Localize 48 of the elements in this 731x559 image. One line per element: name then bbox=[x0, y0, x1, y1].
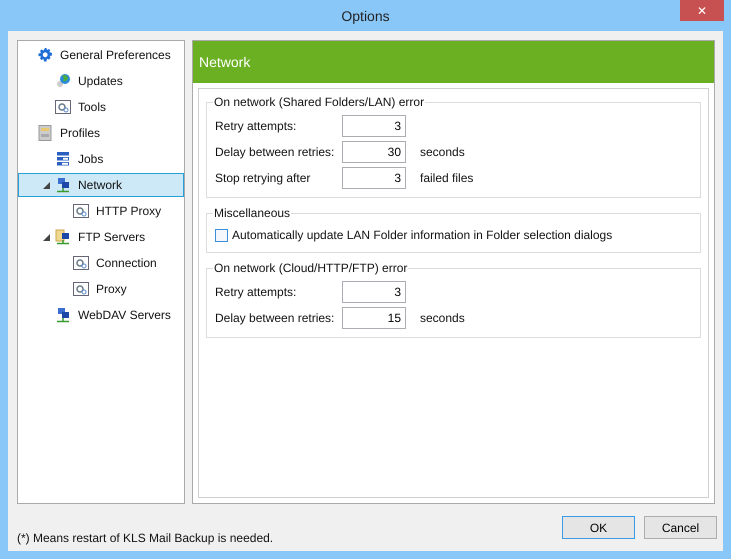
cancel-button[interactable]: Cancel bbox=[644, 516, 717, 539]
gear-icon bbox=[37, 47, 53, 63]
settings-page-icon bbox=[73, 281, 89, 297]
checkbox-label: Automatically update LAN Folder information in Folder selection dialogs bbox=[232, 228, 612, 242]
number-field[interactable]: 3 bbox=[342, 281, 406, 303]
list-icon bbox=[55, 151, 71, 167]
group-title: On network (Shared Folders/LAN) error bbox=[213, 95, 426, 109]
tree-item[interactable]: Tools bbox=[18, 95, 184, 119]
tree-item[interactable]: Updates bbox=[18, 69, 184, 93]
close-button[interactable]: ✕ bbox=[680, 0, 724, 21]
group-title: Miscellaneous bbox=[213, 206, 292, 220]
tree-item[interactable]: General Preferences bbox=[18, 43, 184, 67]
window-title: Options bbox=[341, 8, 390, 24]
unit-label: seconds bbox=[420, 145, 465, 159]
network-icon bbox=[55, 177, 71, 193]
expander-icon[interactable] bbox=[43, 234, 50, 240]
tree-item[interactable]: WebDAV Servers bbox=[18, 303, 184, 327]
panel-header: Network bbox=[193, 41, 714, 83]
tree-item[interactable]: FTP Servers bbox=[18, 225, 184, 249]
settings-page-icon bbox=[55, 99, 71, 115]
field-label: Stop retrying after bbox=[215, 171, 312, 185]
settings-page-icon bbox=[73, 203, 89, 219]
cabinet-icon bbox=[37, 125, 53, 141]
field-label: Delay between retries: bbox=[215, 145, 336, 159]
number-field[interactable]: 15 bbox=[342, 307, 406, 329]
expander-icon[interactable] bbox=[43, 182, 50, 188]
tree-item[interactable]: Jobs bbox=[18, 147, 184, 171]
network-icon bbox=[55, 307, 71, 323]
unit-label: failed files bbox=[420, 171, 474, 185]
tree-item[interactable]: Proxy bbox=[18, 277, 184, 301]
globe-icon bbox=[55, 73, 71, 89]
number-field[interactable]: 3 bbox=[342, 115, 406, 137]
tree-item[interactable]: HTTP Proxy bbox=[18, 199, 184, 223]
ok-button[interactable]: OK bbox=[562, 516, 635, 539]
folder-network-icon bbox=[55, 229, 71, 245]
number-field[interactable]: 3 bbox=[342, 167, 406, 189]
unit-label: seconds bbox=[420, 311, 465, 325]
tree-item[interactable]: Profiles bbox=[18, 121, 184, 145]
number-field[interactable]: 30 bbox=[342, 141, 406, 163]
group-title: On network (Cloud/HTTP/FTP) error bbox=[213, 261, 408, 275]
field-label: Retry attempts: bbox=[215, 119, 298, 133]
settings-page-icon bbox=[73, 255, 89, 271]
tree-item[interactable]: Network bbox=[18, 173, 184, 197]
footer-note: (*) Means restart of KLS Mail Backup is needed. bbox=[17, 531, 274, 545]
field-label: Delay between retries: bbox=[215, 311, 336, 325]
tree-item[interactable]: Connection bbox=[18, 251, 184, 275]
checkbox[interactable] bbox=[215, 228, 228, 242]
field-label: Retry attempts: bbox=[215, 285, 298, 299]
